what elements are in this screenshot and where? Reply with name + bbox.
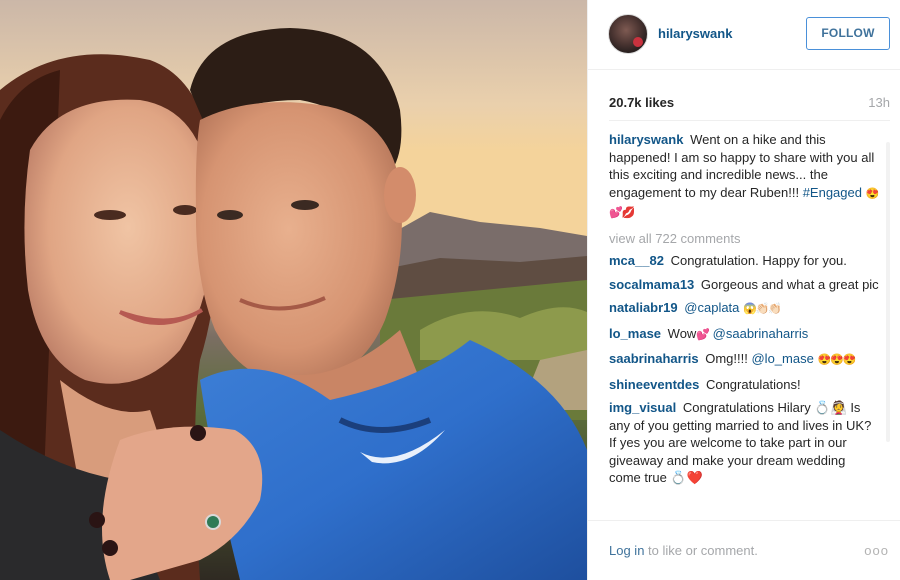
comment-user[interactable]: nataliabr19 bbox=[609, 300, 678, 315]
avatar[interactable] bbox=[608, 14, 648, 54]
comment-mention[interactable]: @lo_mase bbox=[751, 351, 813, 366]
more-options-icon[interactable]: ooo bbox=[864, 543, 889, 558]
caption: hilaryswank Went on a hike and this happ… bbox=[609, 131, 879, 223]
comments-scrollbar[interactable] bbox=[886, 142, 890, 442]
comment-text: Wow bbox=[667, 325, 697, 341]
comment-mention[interactable]: @caplata bbox=[684, 300, 739, 315]
post-time: 13h bbox=[868, 95, 890, 110]
comment-mention[interactable]: @saabrinaharris bbox=[713, 326, 809, 341]
comment-emoji: 😱👏🏻👏🏻 bbox=[743, 303, 782, 315]
post-username[interactable]: hilaryswank bbox=[658, 26, 732, 41]
comment-item: shineeventdes Congratulations! bbox=[609, 376, 879, 394]
post-side-panel: hilaryswank FOLLOW 20.7k likes 13h hilar… bbox=[587, 0, 900, 580]
comment-text: Omg!!!! bbox=[705, 351, 748, 366]
post-footer: Log in to like or comment. ooo bbox=[588, 520, 900, 580]
comment-user[interactable]: shineeventdes bbox=[609, 377, 699, 392]
comment-emoji: 💕 bbox=[696, 328, 710, 341]
comment-text: Congratulations! bbox=[705, 376, 801, 392]
comment-item: saabrinaharris Omg!!!! @lo_mase 😍😍😍 bbox=[609, 350, 879, 370]
caption-user[interactable]: hilaryswank bbox=[609, 132, 683, 147]
post-photo[interactable] bbox=[0, 0, 587, 580]
comments-list[interactable]: hilaryswank Went on a hike and this happ… bbox=[609, 131, 879, 516]
follow-button[interactable]: FOLLOW bbox=[806, 17, 890, 50]
login-prompt-text: to like or comment. bbox=[644, 543, 758, 558]
view-all-comments-link[interactable]: view all 722 comments bbox=[609, 230, 879, 248]
likes-count[interactable]: 20.7k likes bbox=[609, 95, 674, 110]
comment-user[interactable]: lo_mase bbox=[609, 326, 661, 341]
avatar-detail bbox=[633, 37, 643, 47]
login-prompt: Log in to like or comment. bbox=[609, 543, 758, 558]
post-header: hilaryswank FOLLOW bbox=[588, 0, 900, 70]
comment-item: nataliabr19 @caplata 😱👏🏻👏🏻 bbox=[609, 299, 879, 319]
comment-user[interactable]: mca__82 bbox=[609, 253, 664, 268]
comment-user[interactable]: socalmama13 bbox=[609, 277, 694, 292]
comment-text: Congratulation. Happy for you. bbox=[670, 253, 847, 268]
comment-emoji: 😍😍😍 bbox=[817, 354, 856, 366]
caption-hashtag[interactable]: #Engaged bbox=[803, 185, 862, 200]
comment-text: Gorgeous and what a great pic bbox=[700, 276, 879, 292]
couple-selfie-illustration bbox=[0, 0, 587, 580]
comment-item: lo_mase Wow💕 @saabrinaharris bbox=[609, 325, 879, 345]
comment-user[interactable]: saabrinaharris bbox=[609, 351, 699, 366]
comment-item: img_visual Congratulations Hilary 💍👰 Is … bbox=[609, 399, 879, 487]
comment-item: socalmama13 Gorgeous and what a great pi… bbox=[609, 276, 879, 294]
comment-user[interactable]: img_visual bbox=[609, 400, 676, 415]
login-link[interactable]: Log in bbox=[609, 543, 644, 558]
divider bbox=[609, 120, 890, 121]
comment-item: mca__82 Congratulation. Happy for you. bbox=[609, 252, 879, 270]
